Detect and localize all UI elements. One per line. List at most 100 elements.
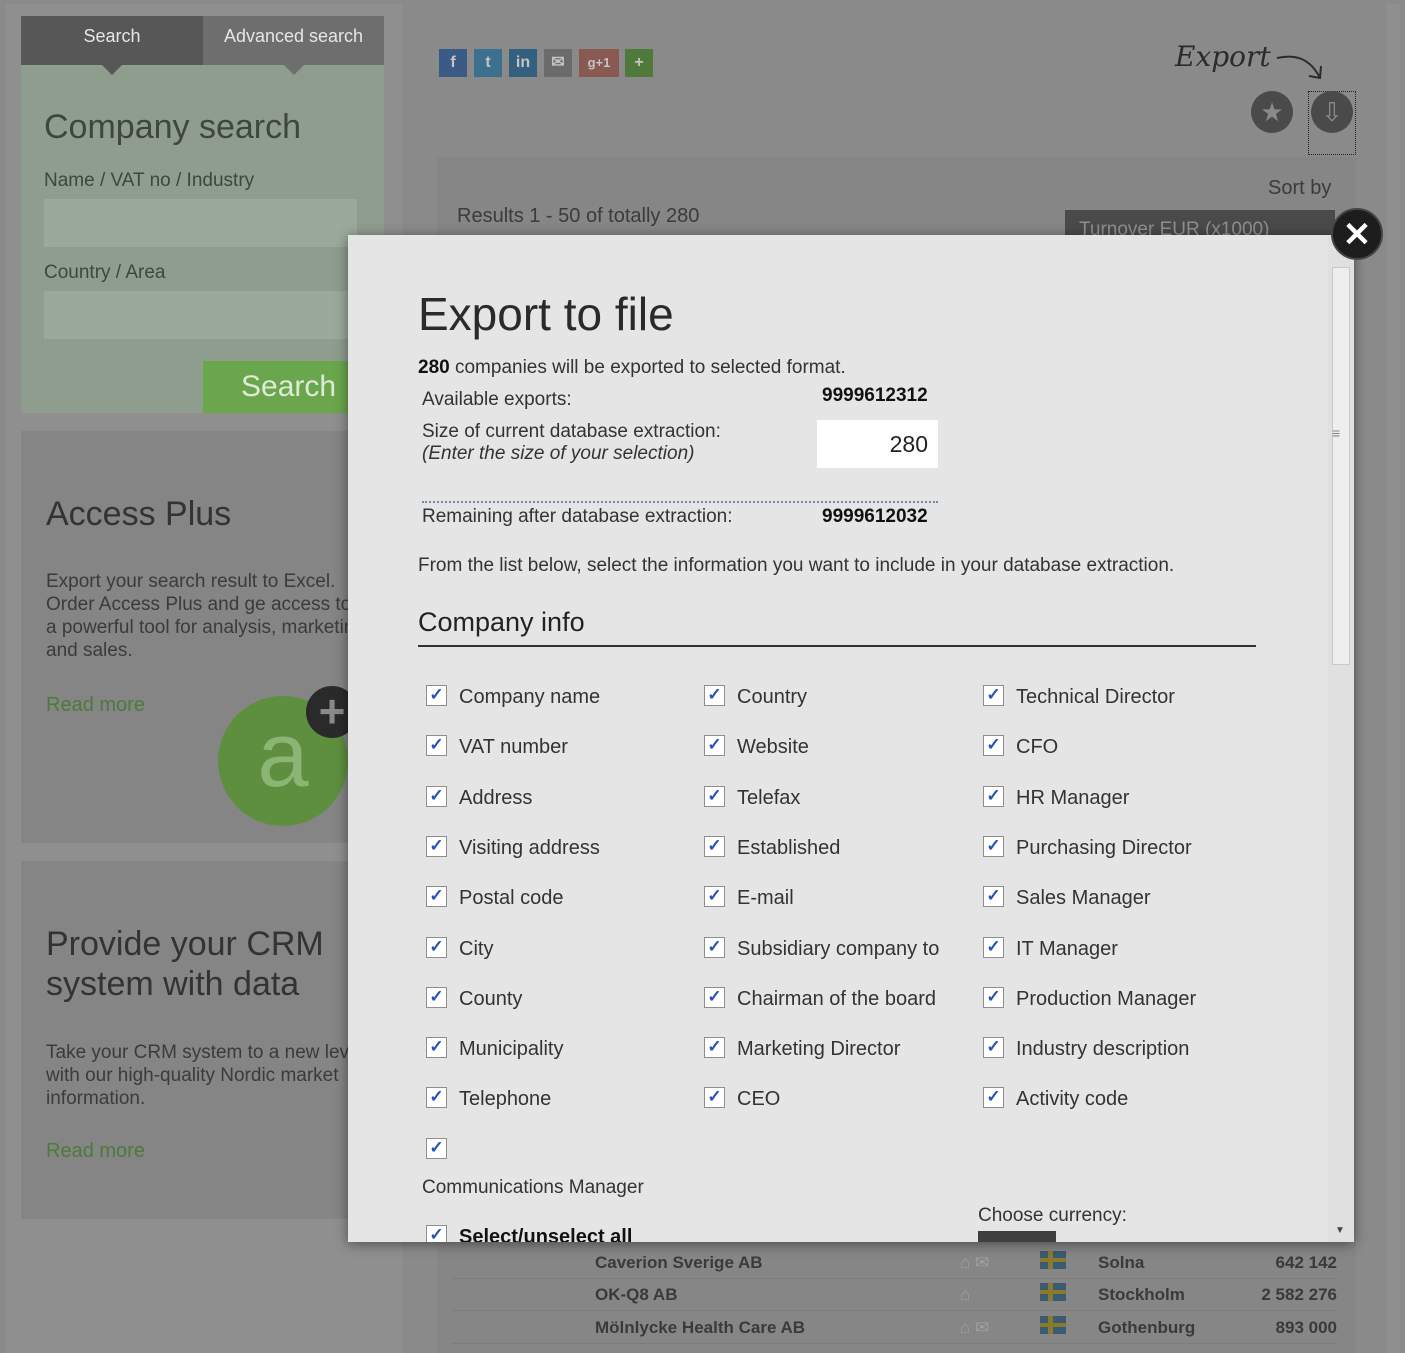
export-field-label: Country xyxy=(737,686,808,708)
export-field-label: Telefax xyxy=(737,786,801,809)
checkbox-checked-icon[interactable]: ✓ xyxy=(426,785,447,807)
country-area-input[interactable] xyxy=(44,291,357,339)
remaining-label: Remaining after database extraction: xyxy=(422,506,733,527)
addthis-icon[interactable]: + xyxy=(625,49,653,77)
facebook-icon[interactable]: f xyxy=(439,49,467,77)
choose-currency-label: Choose currency: xyxy=(978,1205,1127,1226)
export-field-label: Established xyxy=(737,836,841,859)
access-plus-read-more-link[interactable]: Read more xyxy=(46,694,145,717)
export-field-label: Technical Director xyxy=(1016,686,1175,708)
export-field-label: Telephone xyxy=(459,1088,552,1111)
tab-search[interactable]: Search xyxy=(21,16,203,75)
checkbox-checked-icon[interactable]: ✓ xyxy=(426,1137,447,1159)
company-city: Stockholm xyxy=(1098,1285,1185,1304)
export-summary: 280 companies will be exported to select… xyxy=(418,357,846,379)
checkbox-checked-icon[interactable]: ✓ xyxy=(983,835,1004,857)
checkbox-checked-icon[interactable]: ✓ xyxy=(704,1087,725,1109)
scroll-grip-icon: ≡ xyxy=(1332,425,1341,441)
checkbox-checked-icon[interactable]: ✓ xyxy=(704,785,725,807)
remaining-value: 9999612032 xyxy=(822,506,928,527)
checkbox-checked-icon[interactable]: ✓ xyxy=(704,735,725,757)
extraction-size-input[interactable]: 280 xyxy=(817,420,938,468)
checkbox-checked-icon[interactable]: ✓ xyxy=(426,936,447,958)
company-info-heading: Company info xyxy=(418,607,585,637)
checkbox-checked-icon[interactable]: ✓ xyxy=(704,1037,725,1059)
currency-select[interactable] xyxy=(978,1231,1056,1242)
checkbox-checked-icon[interactable]: ✓ xyxy=(704,835,725,857)
checkbox-checked-icon[interactable]: ✓ xyxy=(983,886,1004,908)
table-row[interactable]: Caverion Sverige AB ⌂ ✉ Solna 642 142 xyxy=(452,1247,1337,1279)
checkbox-checked-icon[interactable]: ✓ xyxy=(983,1037,1004,1059)
checkbox-checked-icon[interactable]: ✓ xyxy=(983,936,1004,958)
export-field-label: HR Manager xyxy=(1016,786,1130,809)
available-exports-value: 9999612312 xyxy=(822,385,928,406)
scroll-down-arrow-icon[interactable]: ▼ xyxy=(1335,1225,1345,1236)
checkbox-checked-icon[interactable]: ✓ xyxy=(983,735,1004,757)
company-city: Gothenburg xyxy=(1098,1318,1196,1337)
crm-read-more-link[interactable]: Read more xyxy=(46,1140,145,1163)
export-field-label: City xyxy=(459,937,494,960)
tab-advanced-search-label: Advanced search xyxy=(223,26,364,46)
table-row[interactable]: OK-Q8 AB ⌂ Stockholm 2 582 276 xyxy=(452,1279,1337,1311)
close-icon[interactable]: ✕ xyxy=(1331,208,1383,260)
tab-advanced-search[interactable]: Advanced search xyxy=(203,16,384,75)
tab-pointer xyxy=(282,64,305,75)
export-field-label: Sales Manager xyxy=(1016,887,1151,910)
checkbox-checked-icon[interactable]: ✓ xyxy=(704,936,725,958)
export-field-label: Municipality xyxy=(459,1038,564,1061)
star-icon[interactable]: ★ xyxy=(1251,91,1293,133)
checkbox-checked-icon[interactable]: ✓ xyxy=(426,986,447,1008)
contact-icons: ⌂ ✉ xyxy=(960,1318,990,1337)
checkbox-checked-icon[interactable]: ✓ xyxy=(704,986,725,1008)
sort-by-label: Sort by xyxy=(1268,177,1332,199)
email-icon[interactable]: ✉ xyxy=(544,49,572,77)
export-field-label: CEO xyxy=(737,1088,781,1111)
checkbox-checked-icon[interactable]: ✓ xyxy=(426,1037,447,1059)
access-plus-text: Export your search result to Excel. Orde… xyxy=(46,571,365,661)
table-row[interactable]: Mölnlycke Health Care AB ⌂ ✉ Gothenburg … xyxy=(452,1312,1337,1344)
checkbox-checked-icon[interactable]: ✓ xyxy=(983,685,1004,706)
checkbox-checked-icon[interactable]: ✓ xyxy=(983,785,1004,807)
checkbox-checked-icon[interactable]: ✓ xyxy=(426,735,447,757)
sweden-flag-icon xyxy=(1040,1316,1066,1334)
checkbox-checked-icon[interactable]: ✓ xyxy=(704,685,725,706)
export-field-label: Address xyxy=(459,786,533,809)
export-field-label: Postal code xyxy=(459,887,564,910)
modal-scrollbar[interactable]: ▲ ≡ ▼ xyxy=(1328,235,1354,1242)
name-vat-industry-input[interactable] xyxy=(44,199,357,247)
modal-title: Export to file xyxy=(418,288,674,340)
company-name[interactable]: OK-Q8 AB xyxy=(595,1285,678,1305)
twitter-icon[interactable]: t xyxy=(474,49,502,77)
available-exports-label: Available exports: xyxy=(422,389,572,410)
checkbox-checked-icon[interactable]: ✓ xyxy=(983,986,1004,1008)
googleplus-icon[interactable]: g+1 xyxy=(579,49,619,77)
results-count: Results 1 - 50 of totally 280 xyxy=(457,205,700,227)
checkbox-checked-icon[interactable]: ✓ xyxy=(426,835,447,857)
checkbox-checked-icon[interactable]: ✓ xyxy=(983,1087,1004,1109)
company-name[interactable]: Caverion Sverige AB xyxy=(595,1253,763,1273)
extraction-size-label-text: Size of current database extraction: xyxy=(422,421,721,442)
checkbox-checked-icon[interactable]: ✓ xyxy=(426,886,447,908)
export-field-label: Marketing Director xyxy=(737,1038,901,1061)
selection-instruction: From the list below, select the informat… xyxy=(418,555,1175,576)
checkbox-checked-icon[interactable]: ✓ xyxy=(426,685,447,706)
export-field-label: County xyxy=(459,987,523,1010)
export-field-label: Chairman of the board xyxy=(737,987,937,1010)
export-field-label: Website xyxy=(737,736,809,759)
export-count: 280 xyxy=(418,357,450,378)
checkbox-checked-icon[interactable]: ✓ xyxy=(426,1225,447,1242)
company-name[interactable]: Mölnlycke Health Care AB xyxy=(595,1318,805,1338)
export-field-label: Industry description xyxy=(1016,1038,1190,1061)
crm-promo: Provide your CRM system with data Take y… xyxy=(21,861,384,1219)
company-turnover: 642 142 xyxy=(1275,1253,1337,1272)
dotted-divider xyxy=(422,501,938,503)
linkedin-icon[interactable]: in xyxy=(509,49,537,77)
company-search-title: Company search xyxy=(44,108,302,146)
checkbox-checked-icon[interactable]: ✓ xyxy=(704,886,725,908)
company-turnover: 2 582 276 xyxy=(1261,1285,1337,1304)
scroll-thumb[interactable] xyxy=(1332,267,1350,665)
export-hint-arrow-icon xyxy=(1276,55,1322,80)
download-icon[interactable]: ⇩ xyxy=(1311,91,1353,133)
sweden-flag-icon xyxy=(1040,1251,1066,1269)
checkbox-checked-icon[interactable]: ✓ xyxy=(426,1087,447,1109)
